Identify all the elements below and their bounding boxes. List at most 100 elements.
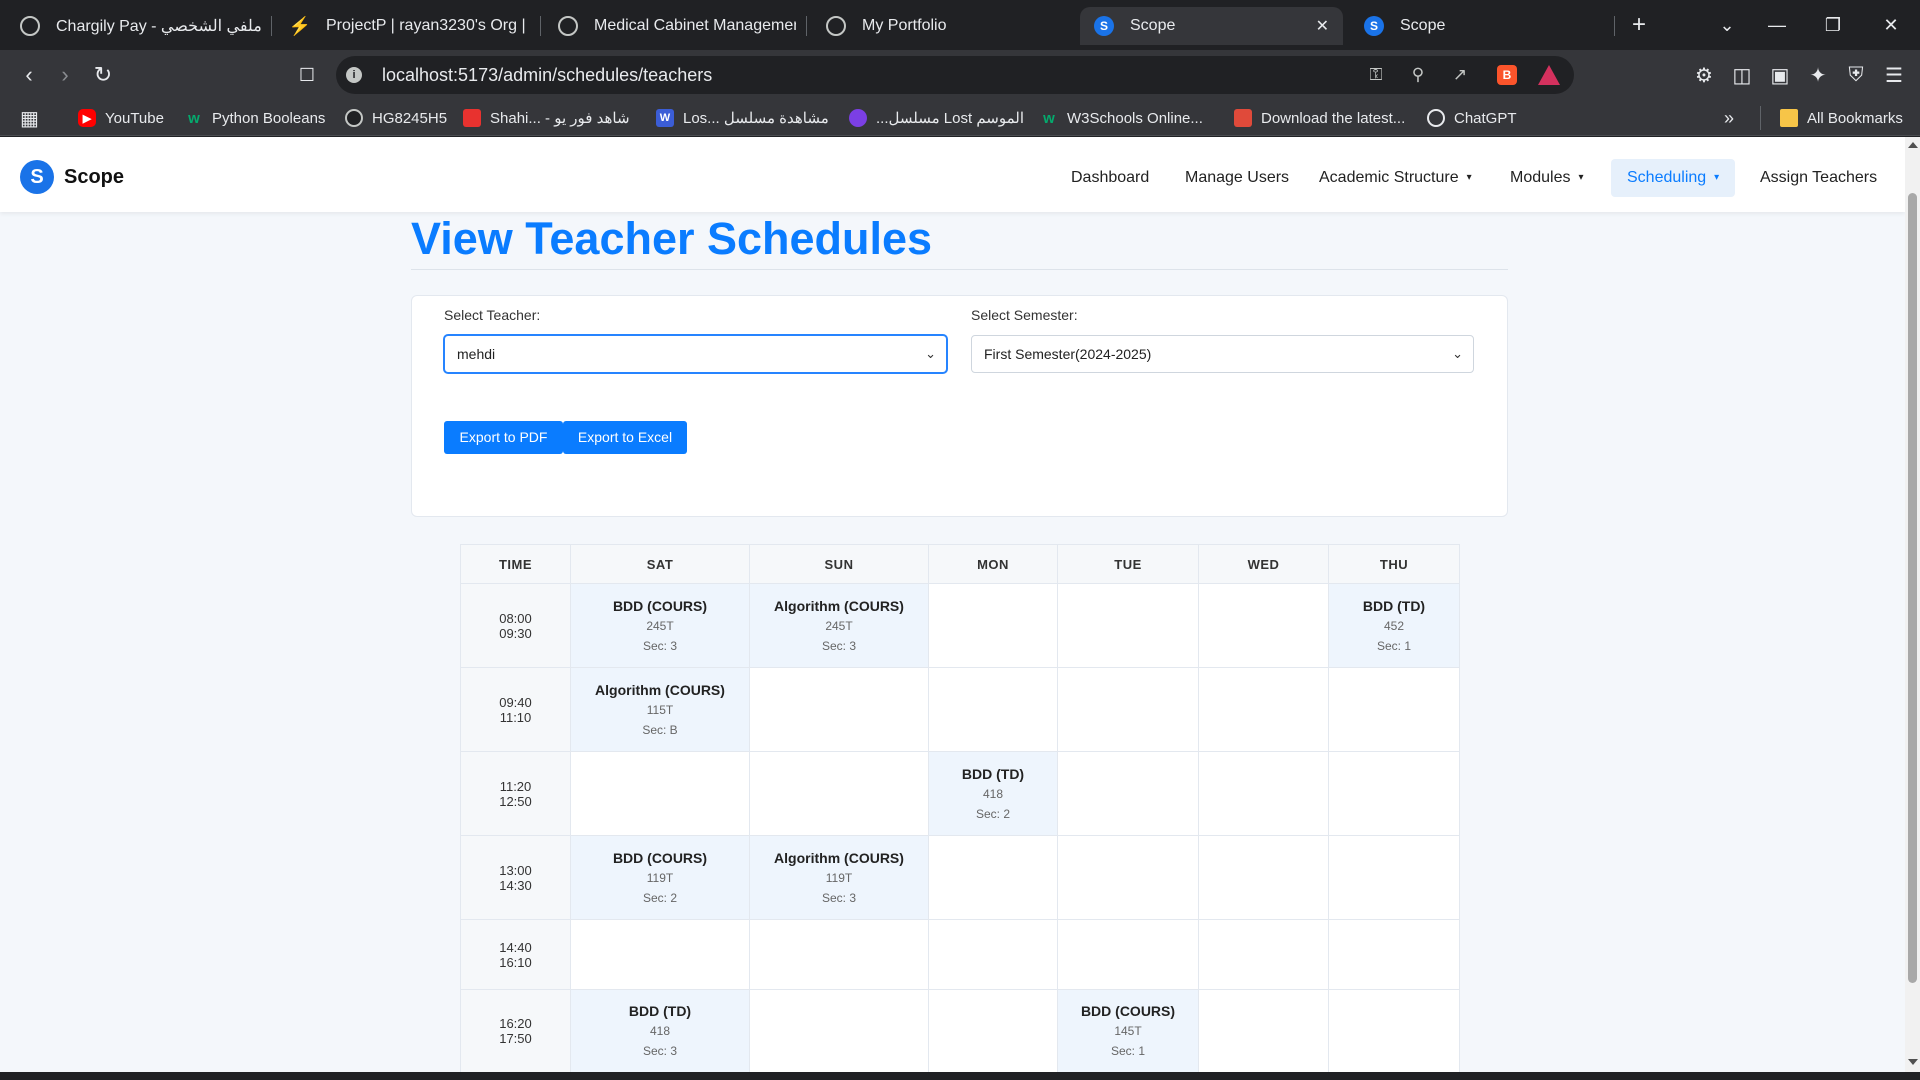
- share-icon[interactable]: ↗: [1449, 64, 1471, 86]
- nav-assign-teachers[interactable]: Assign Teachers: [1760, 159, 1877, 197]
- wallet-icon[interactable]: ▣: [1766, 61, 1794, 89]
- bookmark-item[interactable]: W Los... مشاهدة مسلسل: [656, 106, 829, 130]
- schedule-row: 13:00 14:30 BDD (COURS) 119T Sec: 2 Algorithm…: [460, 835, 1460, 920]
- nav-scheduling[interactable]: Scheduling ▾: [1611, 159, 1736, 197]
- globe-icon: [20, 16, 40, 36]
- bookmarks-bar: ▦ ▶ YouTube w Python Booleans HG8245H5 S…: [0, 100, 1920, 136]
- bookmark-label: ...مسلسل Lost الموسم: [876, 110, 1025, 127]
- nav-dashboard[interactable]: Dashboard: [1071, 159, 1149, 197]
- tab-separator: [540, 16, 541, 36]
- reload-icon[interactable]: ↻: [88, 60, 118, 90]
- schedule-empty-mon: [928, 835, 1058, 920]
- header-tue: TUE: [1057, 544, 1199, 584]
- more-bookmarks-icon[interactable]: »: [1724, 106, 1734, 130]
- bookmark-item[interactable]: Download the latest...: [1234, 106, 1405, 130]
- schedule-empty-wed: [1198, 751, 1329, 836]
- session-sec: Sec: B: [642, 722, 678, 737]
- page-scrollbar[interactable]: [1905, 137, 1920, 1072]
- scroll-down-icon[interactable]: [1908, 1059, 1918, 1065]
- session-room: 119T: [646, 870, 674, 885]
- schedule-session-sat: BDD (TD) 418 Sec: 3: [570, 989, 750, 1072]
- restore-icon[interactable]: ❐: [1818, 10, 1848, 40]
- brave-shields-icon[interactable]: B: [1497, 65, 1517, 85]
- schedule-empty-wed: [1198, 919, 1329, 990]
- browser-tab-active[interactable]: S Scope ✕: [1080, 7, 1343, 45]
- bookmark-item[interactable]: Shahi... - شاهد فور يو: [463, 106, 630, 130]
- caret-down-icon: ▾: [1714, 172, 1720, 183]
- slot-start: 13:00: [499, 862, 532, 878]
- bookmark-item[interactable]: ▶ YouTube: [78, 106, 164, 130]
- close-window-icon[interactable]: ✕: [1876, 10, 1906, 40]
- slot-start: 08:00: [499, 610, 532, 626]
- bookmark-item[interactable]: w Python Booleans: [185, 106, 325, 130]
- bookmark-item[interactable]: HG8245H5: [345, 106, 447, 130]
- back-icon[interactable]: ‹: [14, 60, 44, 90]
- nav-modules[interactable]: Modules ▾: [1510, 159, 1584, 197]
- session-name: BDD (COURS): [1080, 1003, 1176, 1019]
- browser-tab[interactable]: My Portfolio: [826, 7, 1026, 45]
- globe-icon: [558, 16, 578, 36]
- slot-end: 14:30: [499, 877, 532, 893]
- export-pdf-button[interactable]: Export to PDF: [444, 421, 563, 454]
- vpn-icon[interactable]: ⛨: [1842, 61, 1870, 89]
- tab-title: Medical Cabinet Management S: [594, 17, 796, 34]
- menu-icon[interactable]: ☰: [1880, 61, 1908, 89]
- forward-icon[interactable]: ›: [50, 60, 80, 90]
- youtube-icon: ▶: [78, 109, 96, 127]
- tab-search-icon[interactable]: ⌄: [1712, 10, 1742, 40]
- semester-select[interactable]: First Semester(2024-2025) ⌄: [971, 335, 1474, 373]
- browser-tab[interactable]: Chargily Pay - ملفي الشخصي: [20, 7, 270, 45]
- bookmark-icon[interactable]: ☐: [292, 60, 322, 90]
- scroll-up-icon[interactable]: [1908, 142, 1918, 148]
- scrollbar-thumb[interactable]: [1908, 193, 1917, 983]
- teacher-select[interactable]: mehdi ⌄: [444, 335, 947, 373]
- app-logo[interactable]: S Scope: [20, 160, 124, 194]
- schedule-empty-thu: [1328, 919, 1460, 990]
- chevron-down-icon: ⌄: [925, 346, 936, 361]
- sidebar-icon[interactable]: ◫: [1728, 61, 1756, 89]
- bookmark-item[interactable]: w W3Schools Online...: [1040, 106, 1203, 130]
- browser-tab[interactable]: S Scope: [1364, 7, 1564, 45]
- title-divider: [411, 269, 1508, 270]
- new-tab-icon[interactable]: +: [1624, 10, 1654, 40]
- password-key-icon[interactable]: ⚿: [1365, 64, 1387, 86]
- browser-tab[interactable]: Medical Cabinet Management S: [558, 7, 796, 45]
- minimize-icon[interactable]: —: [1762, 10, 1792, 40]
- export-excel-button[interactable]: Export to Excel: [563, 421, 687, 454]
- bookmark-label: Shahi... - شاهد فور يو: [490, 110, 630, 127]
- leo-ai-icon[interactable]: ✦: [1804, 61, 1832, 89]
- bookmark-label: Python Booleans: [212, 109, 326, 127]
- header-time: TIME: [460, 544, 571, 584]
- folder-icon: [1780, 109, 1798, 127]
- app-navbar: S Scope Dashboard Manage Users Academic …: [0, 137, 1905, 212]
- browser-tab[interactable]: ⚡ ProjectP | rayan3230's Org | Sup: [290, 7, 526, 45]
- filter-card: [411, 295, 1508, 517]
- time-slot: 08:00 09:30: [460, 583, 571, 668]
- schedule-empty-thu: [1328, 989, 1460, 1072]
- schedule-empty-tue: [1057, 919, 1199, 990]
- url-text[interactable]: localhost:5173/admin/schedules/teachers: [382, 56, 712, 94]
- nav-label: Modules: [1510, 169, 1571, 187]
- nav-academic-structure[interactable]: Academic Structure ▾: [1319, 159, 1472, 197]
- zoom-icon[interactable]: ⚲: [1407, 64, 1429, 86]
- extensions-icon[interactable]: ⚙: [1690, 61, 1718, 89]
- semester-label: Select Semester:: [971, 307, 1078, 323]
- bookmark-item[interactable]: ...مسلسل Lost الموسم: [849, 106, 1024, 130]
- site-info-icon[interactable]: i: [346, 67, 362, 83]
- session-room: 418: [982, 786, 1004, 801]
- nav-manage-users[interactable]: Manage Users: [1185, 159, 1289, 197]
- globe-icon: [345, 109, 363, 127]
- slot-end: 11:10: [499, 709, 532, 725]
- w3schools-icon: w: [188, 109, 200, 127]
- schedule-empty-tue: [1057, 583, 1199, 668]
- schedule-empty-sat: [570, 919, 750, 990]
- apps-grid-icon[interactable]: ▦: [20, 106, 39, 130]
- bookmark-item[interactable]: ChatGPT: [1427, 106, 1517, 130]
- schedule-empty-wed: [1198, 583, 1329, 668]
- close-tab-icon[interactable]: ✕: [1316, 16, 1329, 36]
- slot-end: 12:50: [499, 793, 532, 809]
- session-name: Algorithm (COURS): [774, 597, 904, 614]
- brave-rewards-icon[interactable]: [1538, 65, 1560, 85]
- address-bar[interactable]: i localhost:5173/admin/schedules/teacher…: [336, 56, 1574, 94]
- all-bookmarks[interactable]: All Bookmarks: [1780, 106, 1903, 130]
